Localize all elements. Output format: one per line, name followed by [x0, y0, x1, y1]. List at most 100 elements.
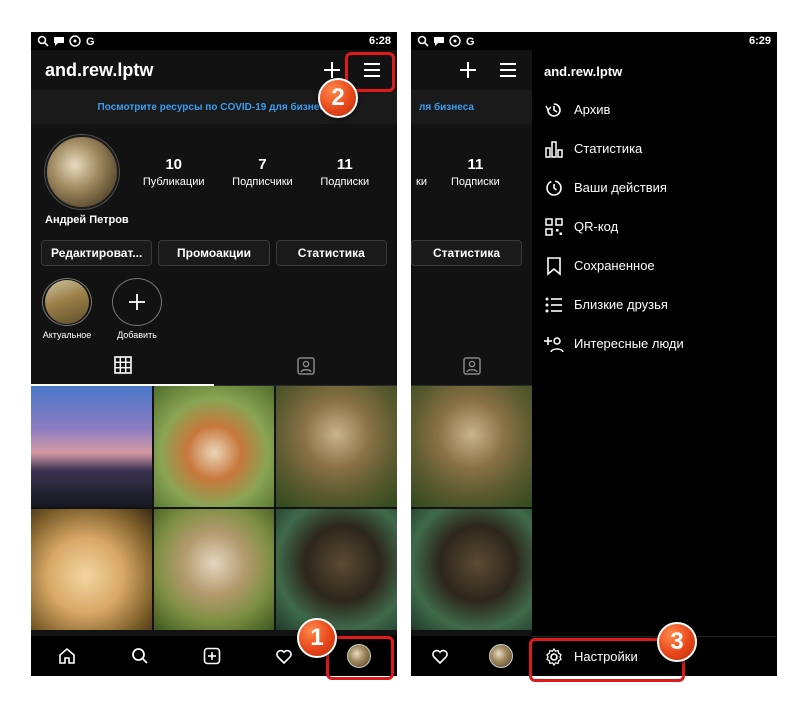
menu-item-discover-people[interactable]: Интересные люди — [532, 324, 777, 363]
grid-icon — [113, 356, 132, 374]
highlight-label: Актуальное — [42, 330, 92, 340]
step-badge-2: 2 — [318, 78, 358, 118]
svg-text:G: G — [86, 36, 95, 47]
step-badge-1: 1 — [297, 618, 337, 658]
insights-button[interactable]: Статистика — [411, 240, 522, 266]
stat-followers-count: 7 — [258, 156, 267, 173]
menu-label: Близкие друзья — [574, 297, 668, 312]
stat-following-label: Подписки — [451, 176, 500, 188]
stat-followers[interactable]: 7 Подписчики — [232, 156, 293, 188]
post-thumbnail[interactable] — [31, 509, 152, 630]
profile-buttons: Редактироват... Промоакции Статистика — [31, 232, 397, 274]
viber-status-icon — [69, 35, 81, 47]
phone-screen-menu: G ля бизнеса ки 11 Подписки Статистика 6… — [411, 32, 777, 676]
stat-following-count: 11 — [467, 156, 484, 173]
status-icons: G — [417, 35, 477, 47]
profile-summary: 10 Публикации 7 Подписчики 11 Подписки — [31, 124, 397, 210]
post-thumbnail[interactable] — [411, 386, 532, 507]
menu-item-settings[interactable]: Настройки — [532, 636, 777, 676]
stat-posts-label: Публикации — [142, 176, 205, 188]
post-thumbnail[interactable] — [276, 509, 397, 630]
stat-posts[interactable]: 10 Публикации — [143, 156, 205, 188]
story-highlights: Актуальное Добавить — [31, 274, 397, 344]
home-icon[interactable] — [57, 646, 77, 666]
post-thumbnail[interactable] — [31, 386, 152, 507]
profile-full-name: Андрей Петров — [45, 214, 129, 226]
menu-item-saved[interactable]: Сохраненное — [532, 246, 777, 285]
stat-following[interactable]: 11 Подписки — [451, 156, 500, 188]
post-thumbnail[interactable] — [276, 386, 397, 507]
activity-heart-icon[interactable] — [274, 646, 294, 666]
hamburger-menu-icon[interactable] — [497, 59, 519, 81]
step-badge-3: 3 — [657, 622, 697, 662]
photo-grid-partial — [411, 386, 532, 630]
close-friends-icon — [545, 297, 562, 312]
tab-grid[interactable] — [31, 346, 214, 386]
bookmark-icon — [547, 256, 561, 276]
insights-button[interactable]: Статистика — [275, 240, 387, 266]
menu-label: Интересные люди — [574, 336, 684, 351]
plus-icon — [129, 294, 145, 310]
google-status-icon: G — [466, 36, 475, 47]
stat-followers-label: Подписчики — [232, 176, 293, 188]
stat-following[interactable]: 11 Подписки — [320, 156, 369, 188]
stat-label-clipped: ки — [416, 176, 427, 188]
profile-username[interactable]: and.rew.lptw — [45, 60, 153, 81]
search-status-icon — [37, 35, 49, 47]
plus-icon[interactable] — [457, 59, 479, 81]
photo-grid — [31, 386, 397, 630]
side-drawer-menu: 6:29 and.rew.lptw Архив Статистика Ваши … — [532, 32, 777, 676]
google-status-icon: G — [86, 36, 95, 47]
tab-tagged[interactable] — [411, 346, 532, 386]
stat-following-label: Подписки — [320, 176, 370, 188]
stat-posts-count: 10 — [165, 156, 182, 173]
menu-label: QR-код — [574, 219, 619, 234]
bottom-navigation-partial — [411, 636, 532, 676]
tagged-icon — [462, 356, 481, 375]
post-thumbnail[interactable] — [153, 509, 275, 630]
tab-tagged[interactable] — [214, 346, 397, 386]
edit-profile-button[interactable]: Редактироват... — [41, 240, 153, 266]
highlight-thumbnail — [45, 280, 89, 324]
drawer-username: and.rew.lptw — [544, 64, 623, 79]
menu-label: Сохраненное — [574, 258, 655, 273]
hamburger-menu-icon[interactable] — [361, 59, 383, 81]
message-status-icon — [434, 37, 444, 46]
stats-icon — [545, 140, 563, 158]
post-thumbnail[interactable] — [411, 509, 532, 630]
add-highlight-button[interactable]: Добавить — [109, 278, 165, 340]
bottom-navigation — [31, 636, 397, 676]
menu-item-insights[interactable]: Статистика — [532, 129, 777, 168]
status-time: 6:28 — [368, 35, 391, 47]
search-icon[interactable] — [130, 646, 150, 666]
viber-status-icon — [449, 35, 461, 47]
profile-buttons-partial: Статистика — [411, 232, 532, 274]
menu-label: Ваши действия — [574, 180, 667, 195]
activity-icon — [546, 179, 562, 196]
menu-item-archive[interactable]: Архив — [532, 90, 777, 129]
profile-tabs — [31, 346, 397, 386]
promotions-button[interactable]: Промоакции — [158, 240, 270, 266]
add-highlight-label: Добавить — [117, 330, 157, 340]
profile-tab-avatar[interactable] — [488, 644, 513, 668]
profile-tab-avatar[interactable] — [346, 644, 371, 668]
status-bar: G 6:28 — [31, 32, 397, 50]
qr-icon — [545, 217, 563, 236]
svg-text:G: G — [466, 36, 475, 47]
menu-item-your-activity[interactable]: Ваши действия — [532, 168, 777, 207]
archive-icon — [545, 102, 561, 117]
menu-item-close-friends[interactable]: Близкие друзья — [532, 285, 777, 324]
profile-avatar[interactable] — [45, 135, 119, 209]
status-time: 6:29 — [748, 35, 771, 47]
message-status-icon — [54, 37, 64, 46]
search-status-icon — [417, 35, 429, 47]
highlight-item[interactable]: Актуальное — [39, 278, 95, 340]
discover-people-icon — [544, 336, 564, 352]
status-icons: G — [37, 35, 97, 47]
menu-label: Статистика — [574, 141, 643, 156]
new-post-icon[interactable] — [202, 646, 222, 666]
stat-following-count: 11 — [336, 156, 353, 173]
activity-heart-icon[interactable] — [430, 646, 450, 666]
post-thumbnail[interactable] — [153, 386, 275, 507]
menu-item-qr-code[interactable]: QR-код — [532, 207, 777, 246]
